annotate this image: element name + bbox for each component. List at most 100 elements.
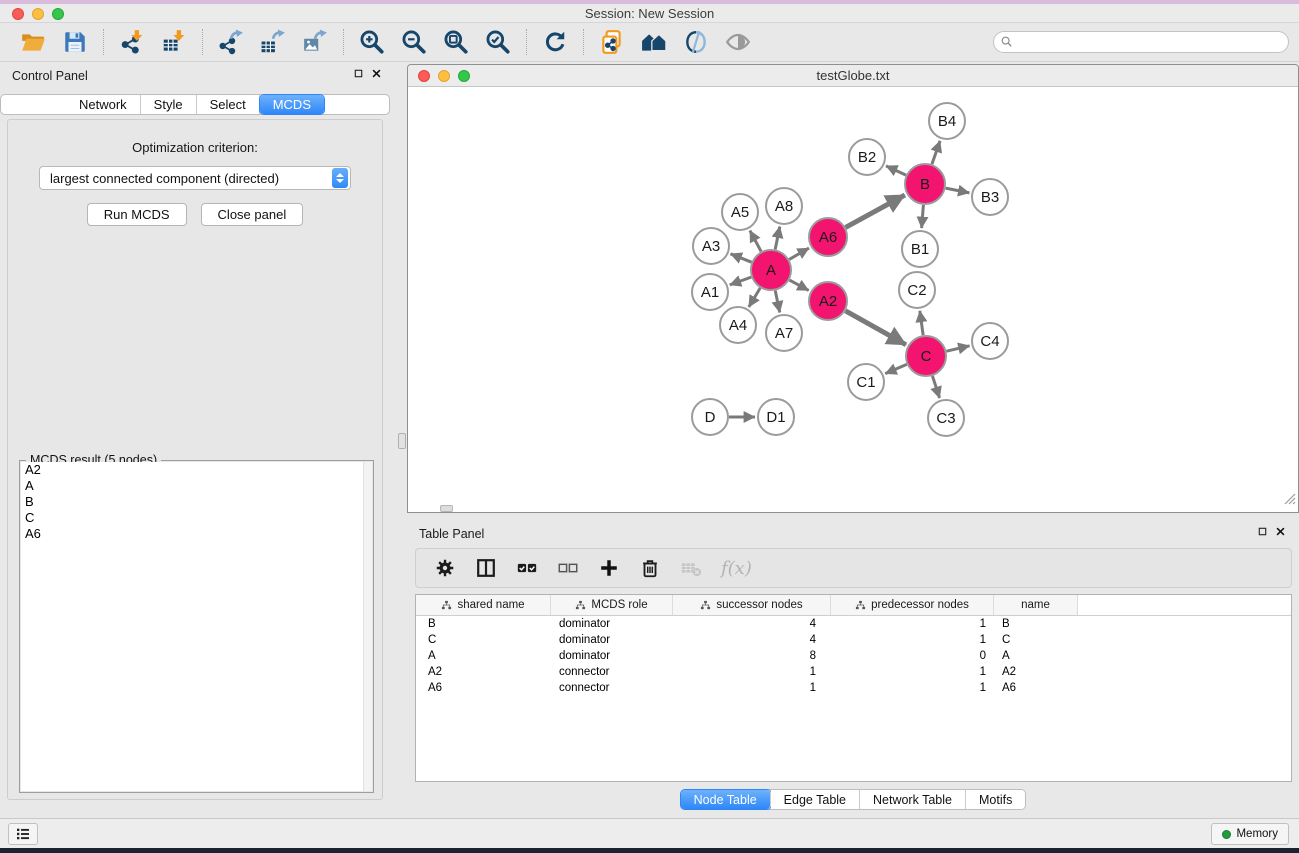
memory-status-icon bbox=[1222, 830, 1231, 839]
function-icon: f(x) bbox=[715, 551, 758, 585]
table-header-row[interactable]: shared nameMCDS rolesuccessor nodesprede… bbox=[416, 595, 1291, 616]
toolbar-separator bbox=[343, 29, 344, 55]
memory-button[interactable]: Memory bbox=[1211, 823, 1289, 845]
result-item[interactable]: B bbox=[21, 494, 372, 510]
tab-motifs[interactable]: Motifs bbox=[966, 790, 1025, 809]
gear-icon[interactable] bbox=[428, 551, 462, 585]
column-header-name[interactable]: name bbox=[994, 595, 1078, 615]
search-input[interactable] bbox=[993, 31, 1289, 53]
eye-icon[interactable] bbox=[717, 26, 759, 58]
criterion-dropdown[interactable]: largest connected component (directed) bbox=[39, 166, 351, 190]
edge-B-B4[interactable] bbox=[932, 141, 940, 164]
export-image-icon[interactable] bbox=[294, 26, 336, 58]
deselect-all-icon[interactable] bbox=[551, 551, 585, 585]
edge-C-C3[interactable] bbox=[932, 376, 939, 398]
network-hscroll-thumb[interactable] bbox=[440, 505, 453, 512]
save-session-icon[interactable] bbox=[54, 26, 96, 58]
zoom-fit-icon[interactable] bbox=[435, 26, 477, 58]
network-window-titlebar[interactable]: testGlobe.txt bbox=[408, 65, 1298, 87]
edge-B-B1[interactable] bbox=[922, 205, 924, 228]
table-cell: C bbox=[994, 634, 1078, 646]
result-item[interactable]: C bbox=[21, 510, 372, 526]
tab-edge-table[interactable]: Edge Table bbox=[771, 790, 860, 809]
edge-A-A8[interactable] bbox=[775, 227, 780, 250]
table-cell: 1 bbox=[673, 682, 831, 694]
column-header-filler bbox=[1078, 595, 1291, 615]
column-header-successor-nodes[interactable]: successor nodes bbox=[673, 595, 831, 615]
tab-network[interactable]: Network bbox=[66, 95, 141, 114]
select-all-icon[interactable] bbox=[510, 551, 544, 585]
graphics-details-icon[interactable] bbox=[675, 26, 717, 58]
close-table-panel-icon[interactable] bbox=[1275, 526, 1286, 537]
resize-grip-icon[interactable] bbox=[1282, 491, 1297, 511]
column-view-icon[interactable] bbox=[469, 551, 503, 585]
zoom-out-icon[interactable] bbox=[393, 26, 435, 58]
edge-A-A4[interactable] bbox=[749, 288, 760, 307]
open-session-icon[interactable] bbox=[12, 26, 54, 58]
float-table-panel-icon[interactable] bbox=[1257, 526, 1268, 537]
add-row-icon[interactable] bbox=[592, 551, 626, 585]
export-network-icon[interactable] bbox=[210, 26, 252, 58]
tab-mcds[interactable]: MCDS bbox=[260, 95, 324, 114]
edge-B-B3[interactable] bbox=[946, 188, 970, 193]
edge-A-A3[interactable] bbox=[730, 254, 751, 262]
node-label-C3: C3 bbox=[936, 410, 955, 427]
network-graph: B4B2BB3A5A8A6A3B1AA1C2A2A4A7C4CC1C3DD1 bbox=[408, 87, 1298, 512]
zoom-selected-icon[interactable] bbox=[477, 26, 519, 58]
edge-A6-B[interactable] bbox=[846, 195, 905, 227]
export-table-icon[interactable] bbox=[252, 26, 294, 58]
edge-C-C2[interactable] bbox=[920, 311, 923, 335]
table-cell: 1 bbox=[831, 666, 994, 678]
column-header-predecessor-nodes[interactable]: predecessor nodes bbox=[831, 595, 994, 615]
tab-node-table[interactable]: Node Table bbox=[681, 790, 771, 809]
tab-select[interactable]: Select bbox=[197, 95, 260, 114]
result-item[interactable]: A6 bbox=[21, 526, 372, 542]
edge-B-B2[interactable] bbox=[886, 166, 906, 175]
table-row[interactable]: Adominator80A bbox=[416, 648, 1291, 664]
node-table[interactable]: shared nameMCDS rolesuccessor nodesprede… bbox=[415, 594, 1292, 782]
table-row[interactable]: Cdominator41C bbox=[416, 632, 1291, 648]
refresh-icon[interactable] bbox=[534, 26, 576, 58]
float-panel-icon[interactable] bbox=[353, 68, 364, 79]
edge-C-C4[interactable] bbox=[946, 346, 969, 351]
table-cell: 1 bbox=[673, 666, 831, 678]
edge-C-C1[interactable] bbox=[885, 364, 906, 373]
clone-network-icon[interactable] bbox=[591, 26, 633, 58]
table-toolbar: f(x) bbox=[415, 548, 1292, 588]
import-table-icon[interactable] bbox=[153, 26, 195, 58]
automation-panel-button[interactable] bbox=[8, 823, 38, 845]
node-label-C2: C2 bbox=[907, 282, 926, 299]
table-row[interactable]: Bdominator41B bbox=[416, 616, 1291, 632]
result-scrollbar[interactable] bbox=[363, 462, 372, 791]
result-item[interactable]: A bbox=[21, 478, 372, 494]
close-panel-button[interactable]: Close panel bbox=[201, 203, 304, 226]
column-header-shared-name[interactable]: shared name bbox=[416, 595, 551, 615]
import-network-icon[interactable] bbox=[111, 26, 153, 58]
result-item[interactable]: A2 bbox=[21, 462, 372, 478]
table-tabs: Node TableEdge TableNetwork TableMotifs bbox=[407, 789, 1299, 810]
network-canvas[interactable]: B4B2BB3A5A8A6A3B1AA1C2A2A4A7C4CC1C3DD1 bbox=[408, 87, 1298, 512]
table-row[interactable]: A6connector11A6 bbox=[416, 680, 1291, 696]
tree-icon bbox=[575, 600, 586, 611]
toolbar-separator bbox=[526, 29, 527, 55]
column-header-MCDS-role[interactable]: MCDS role bbox=[551, 595, 673, 615]
table-row[interactable]: A2connector11A2 bbox=[416, 664, 1291, 680]
tab-style[interactable]: Style bbox=[141, 95, 197, 114]
houses-icon[interactable] bbox=[633, 26, 675, 58]
delete-row-icon[interactable] bbox=[633, 551, 667, 585]
panel-divider-handle[interactable] bbox=[398, 433, 406, 449]
edge-A2-C[interactable] bbox=[845, 311, 906, 345]
tab-network-table[interactable]: Network Table bbox=[860, 790, 966, 809]
mcds-result-list[interactable]: A2ABCA6 bbox=[21, 462, 372, 791]
zoom-in-icon[interactable] bbox=[351, 26, 393, 58]
table-cell: connector bbox=[551, 682, 673, 694]
edge-A-A5[interactable] bbox=[750, 231, 761, 252]
edge-A-A6[interactable] bbox=[789, 248, 809, 259]
edge-A-A7[interactable] bbox=[775, 291, 780, 313]
edge-A-A2[interactable] bbox=[789, 280, 808, 290]
run-mcds-button[interactable]: Run MCDS bbox=[87, 203, 187, 226]
node-label-B4: B4 bbox=[938, 113, 956, 130]
table-cell: connector bbox=[551, 666, 673, 678]
close-panel-icon[interactable] bbox=[371, 68, 382, 79]
edge-A-A1[interactable] bbox=[730, 277, 751, 285]
